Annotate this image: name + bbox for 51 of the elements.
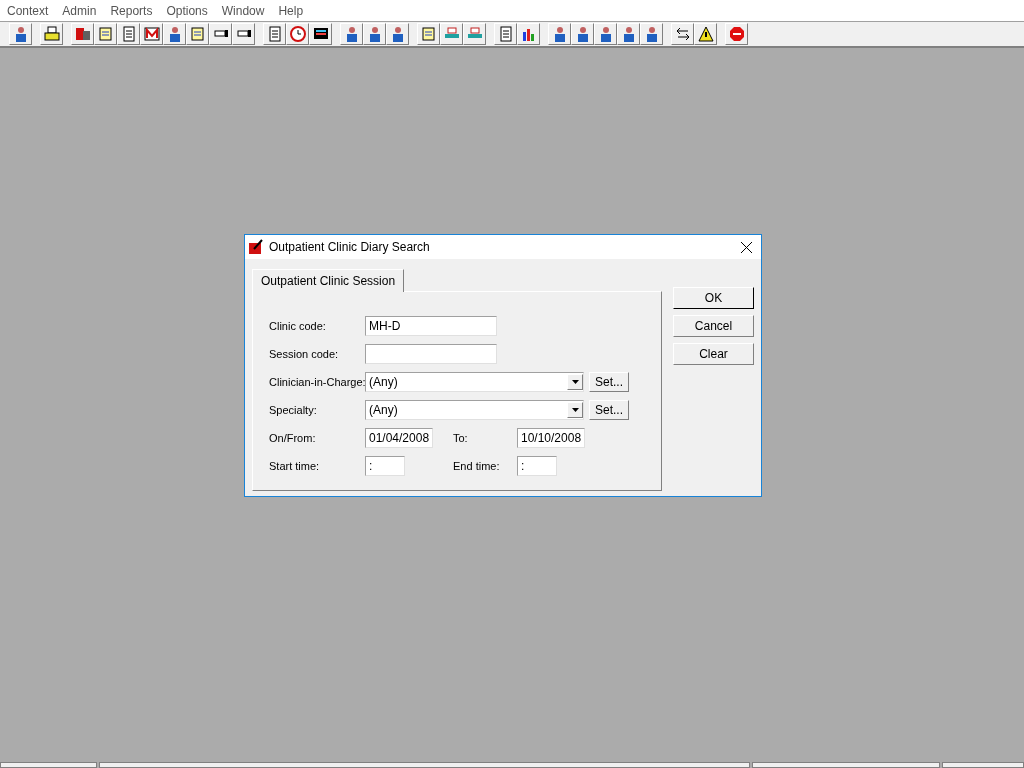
dialog-button[interactable]: OK xyxy=(673,287,754,309)
person-icon[interactable] xyxy=(9,23,32,45)
arrows-icon[interactable] xyxy=(671,23,694,45)
person-icon[interactable] xyxy=(548,23,571,45)
letter-icon[interactable] xyxy=(140,23,163,45)
warning-icon[interactable] xyxy=(694,23,717,45)
stop-sign-icon[interactable] xyxy=(725,23,748,45)
tab[interactable]: Outpatient Clinic Session xyxy=(252,269,405,292)
dialog-button[interactable]: Cancel xyxy=(673,315,754,337)
monitor-icon[interactable] xyxy=(309,23,332,45)
person-icon[interactable] xyxy=(640,23,663,45)
person-icon[interactable] xyxy=(617,23,640,45)
menu-item[interactable]: Help xyxy=(271,1,311,20)
person-icon[interactable] xyxy=(594,23,617,45)
set-button[interactable]: Set... xyxy=(589,372,629,392)
document-icon[interactable] xyxy=(263,23,286,45)
dropdown[interactable]: (Any) xyxy=(365,372,584,392)
document-icon[interactable] xyxy=(117,23,140,45)
clock-icon[interactable] xyxy=(286,23,309,45)
menu-item[interactable]: Context xyxy=(0,1,56,20)
field-label: Start time: xyxy=(269,458,321,474)
field-label: Clinician-in-Charge: xyxy=(269,374,365,390)
dialog-button[interactable]: Clear xyxy=(673,343,754,365)
set-button[interactable]: Set... xyxy=(589,400,629,420)
input-field[interactable]: 01/04/2008 xyxy=(365,428,433,448)
person-icon[interactable] xyxy=(340,23,363,45)
bar-chart-icon[interactable] xyxy=(517,23,540,45)
field-label: End time: xyxy=(453,458,501,474)
input-field[interactable]: 10/10/2008 xyxy=(517,428,585,448)
field-label: To: xyxy=(453,430,469,446)
document-icon[interactable] xyxy=(494,23,517,45)
input-field[interactable]: : xyxy=(517,456,557,476)
menu-item[interactable]: Admin xyxy=(55,1,104,20)
person-icon[interactable] xyxy=(163,23,186,45)
close-icon[interactable] xyxy=(741,241,752,253)
window-title: Outpatient Clinic Diary Search xyxy=(269,239,430,256)
dropdown[interactable]: (Any) xyxy=(365,400,584,420)
input-field[interactable]: : xyxy=(365,456,405,476)
input-field[interactable] xyxy=(365,344,497,364)
menu-item[interactable]: Options xyxy=(159,1,215,20)
input-field[interactable]: MH-D xyxy=(365,316,497,336)
field-label: On/From: xyxy=(269,430,317,446)
printer-icon[interactable] xyxy=(40,23,63,45)
person-icon[interactable] xyxy=(386,23,409,45)
person-icon[interactable] xyxy=(571,23,594,45)
field-label: Clinic code: xyxy=(269,318,327,334)
person-icon[interactable] xyxy=(363,23,386,45)
field-label: Session code: xyxy=(269,346,340,362)
menu-item[interactable]: Reports xyxy=(103,1,160,20)
menu-item[interactable]: Window xyxy=(214,1,272,20)
field-label: Specialty: xyxy=(269,402,318,418)
